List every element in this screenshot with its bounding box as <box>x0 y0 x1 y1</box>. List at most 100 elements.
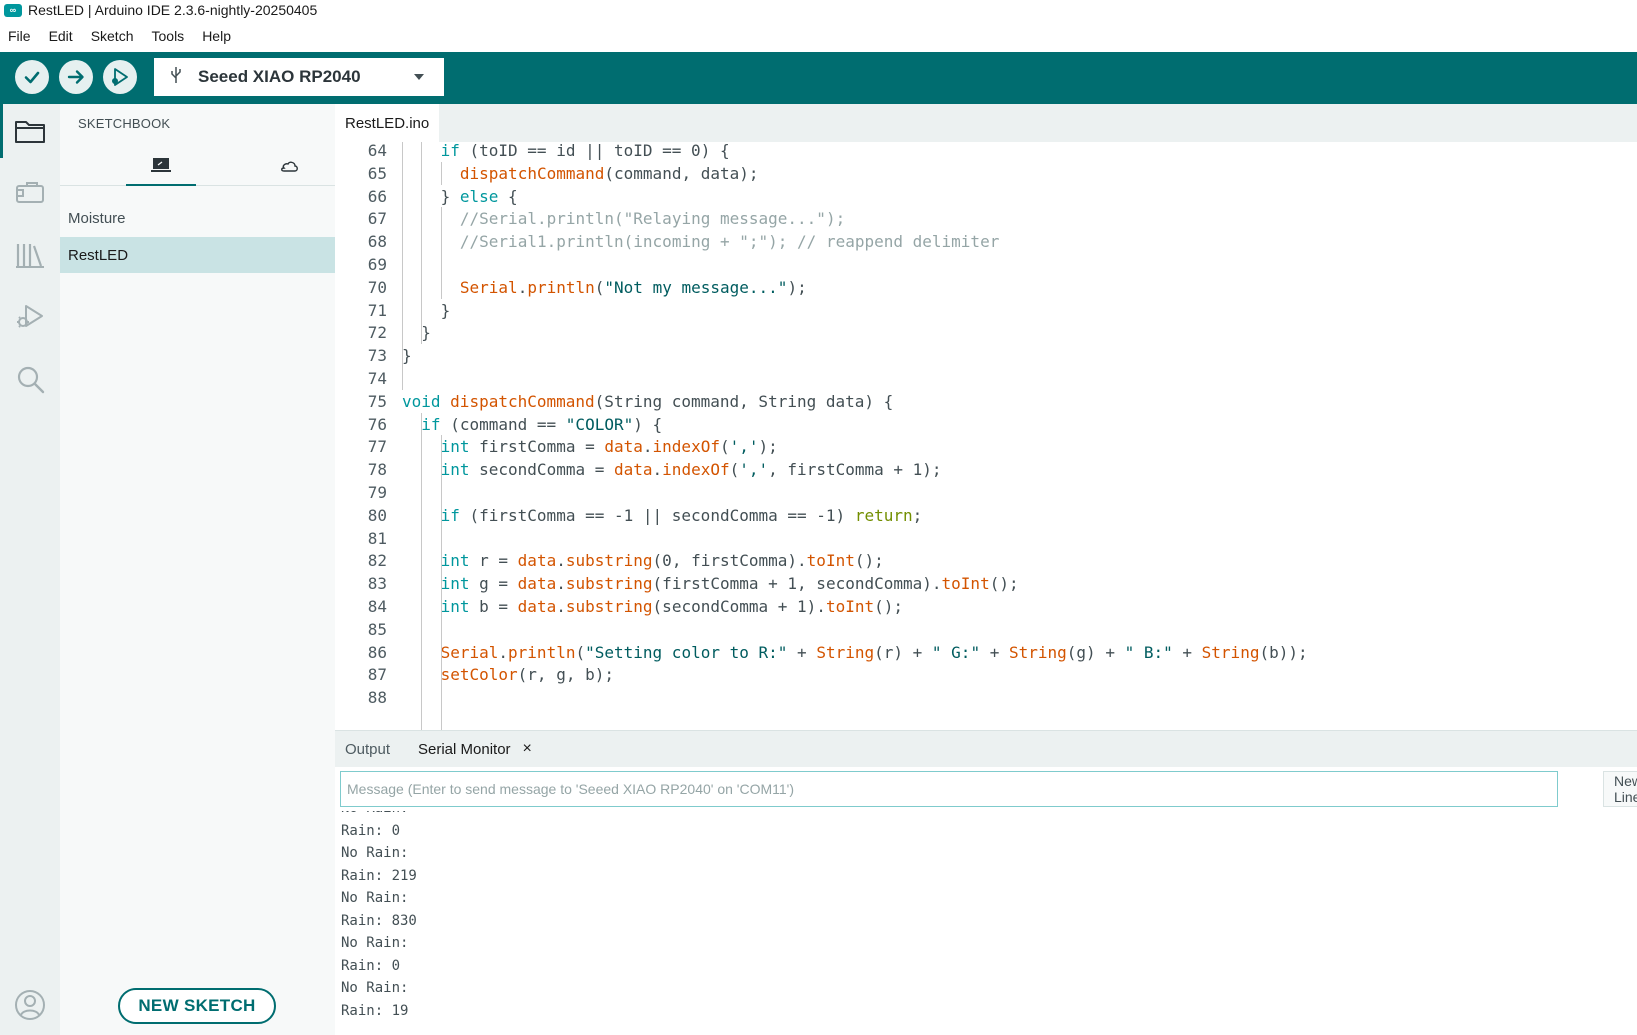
code-text: if (command == "COLOR") { <box>421 413 662 437</box>
code-token: . <box>652 460 663 480</box>
code-line: 72} <box>335 321 1637 345</box>
line-number: 77 <box>367 437 387 457</box>
line-number: 85 <box>367 619 387 639</box>
code-token: ); <box>787 277 807 297</box>
menu-sketch[interactable]: Sketch <box>91 28 134 44</box>
serial-line: Rain: 0 <box>341 957 401 974</box>
code-token: . <box>556 551 566 571</box>
code-token: ',' <box>729 437 759 457</box>
window-title: RestLED | Arduino IDE 2.3.6-nightly-2025… <box>28 2 318 18</box>
code-text: setColor(r, g, b); <box>441 663 614 687</box>
code-text: int g = data.substring(firstComma + 1, s… <box>441 572 1019 596</box>
debug-icon[interactable] <box>13 300 47 334</box>
board-icon[interactable] <box>13 176 47 210</box>
check-icon <box>24 71 40 84</box>
line-number: 66 <box>367 186 387 206</box>
new-sketch-button[interactable]: NEW SKETCH <box>118 988 276 1024</box>
sidebar-item-moisture[interactable]: Moisture <box>60 200 335 236</box>
code-token: data <box>604 437 643 457</box>
code-token: toInt <box>806 551 855 571</box>
serial-message-input[interactable]: Message (Enter to send message to 'Seeed… <box>340 771 1558 807</box>
tab-output[interactable]: Output <box>345 731 390 767</box>
folder-icon[interactable] <box>13 114 47 148</box>
sidebar-item-label: Moisture <box>68 209 126 227</box>
serial-line: Rain: 0 <box>341 822 401 839</box>
code-token: . <box>498 642 509 662</box>
line-number: 68 <box>367 232 387 252</box>
code-token: (); <box>874 597 904 616</box>
code-token: dispatchCommand <box>450 391 595 411</box>
board-name: Seeed XIAO RP2040 <box>198 67 361 86</box>
code-token: (command == <box>440 414 566 434</box>
line-number: 83 <box>367 574 387 594</box>
sidebar-item-label: RestLED <box>68 246 129 264</box>
line-number: 82 <box>367 551 387 571</box>
code-token: + <box>787 642 817 662</box>
line-number: 78 <box>367 460 387 480</box>
code-token: toInt <box>825 597 875 616</box>
code-token: data <box>517 551 557 571</box>
code-token: println <box>527 277 595 297</box>
sidebar-item-restled[interactable]: RestLED <box>60 237 335 273</box>
editor-tab-bar: RestLED.ino <box>335 104 1637 142</box>
serial-line: Rain: 19 <box>341 1002 409 1019</box>
upload-button[interactable] <box>59 60 93 94</box>
menu-help[interactable]: Help <box>202 28 231 44</box>
debug-play-icon <box>112 68 128 86</box>
menu-file[interactable]: File <box>8 28 31 44</box>
code-token: } <box>421 323 431 343</box>
code-token: secondComma = <box>469 460 614 480</box>
code-text: int r = data.substring(0, firstComma).to… <box>441 549 884 573</box>
code-token: { <box>498 186 518 206</box>
infinity-logo-icon: ∞ <box>4 3 22 17</box>
title-bar: ∞ RestLED | Arduino IDE 2.3.6-nightly-20… <box>0 0 1637 20</box>
code-token: "Setting color to R:" <box>585 642 788 662</box>
serial-line: Rain: 830 <box>341 912 417 929</box>
code-token: dispatchCommand <box>459 163 605 183</box>
code-token: } <box>402 346 412 366</box>
code-token: else <box>459 186 499 206</box>
code-token: data <box>614 460 653 480</box>
code-editor[interactable]: 64 if (toID == id || toID == 0) {65 dispat… <box>335 142 1637 730</box>
close-icon[interactable]: × <box>523 740 532 758</box>
code-line: 84 int b = data.substring(secondComma + 1… <box>335 595 1637 619</box>
code-text: } <box>441 299 451 323</box>
code-line: 85 <box>335 618 1637 642</box>
library-icon[interactable] <box>13 238 47 272</box>
tab-cloud-sketchbook[interactable] <box>254 146 324 186</box>
code-token: (toID == id || toID == <box>459 142 692 160</box>
code-token: ( <box>594 277 605 297</box>
menu-tools[interactable]: Tools <box>152 28 185 44</box>
verify-button[interactable] <box>15 60 49 94</box>
code-token: indexOf <box>662 460 730 480</box>
code-token: (String command, String data) { <box>594 391 894 411</box>
board-selector[interactable]: Seeed XIAO RP2040 <box>154 58 444 96</box>
code-token: (r, g, b); <box>517 665 614 685</box>
code-token: ) { <box>700 142 730 160</box>
code-line: 68 //Serial1.println(incoming + ";"); // … <box>335 230 1637 254</box>
code-line: 86 Serial.println("Setting color to R:" +… <box>335 641 1637 665</box>
code-token: ) { <box>633 414 663 434</box>
line-number: 71 <box>367 300 387 320</box>
code-token: println <box>508 642 576 662</box>
menu-edit[interactable]: Edit <box>49 28 73 44</box>
line-number: 79 <box>367 483 387 502</box>
code-text: int firstComma = data.indexOf(','); <box>441 435 778 459</box>
tab-serial-monitor-label: Serial Monitor <box>418 740 511 758</box>
code-token: //Serial1.println(incoming + ";"); // re… <box>459 232 1000 252</box>
code-token: int <box>440 437 470 457</box>
code-token: r = <box>469 551 518 571</box>
line-number: 73 <box>367 346 387 366</box>
code-line: 71} <box>335 299 1637 323</box>
search-icon[interactable] <box>13 362 47 396</box>
debug-button[interactable] <box>103 60 137 94</box>
code-line: 78 int secondComma = data.indexOf(',', fi… <box>335 458 1637 482</box>
caret-down-icon[interactable] <box>414 74 424 80</box>
code-token: firstComma = <box>469 437 605 457</box>
line-ending-select[interactable]: New Line <box>1603 771 1637 807</box>
tab-restled-ino[interactable]: RestLED.ino <box>335 104 440 142</box>
code-line: 77 int firstComma = data.indexOf(','); <box>335 435 1637 459</box>
account-icon[interactable] <box>13 988 47 1022</box>
tab-serial-monitor[interactable]: Serial Monitor × <box>418 731 532 767</box>
tab-local-sketchbook[interactable] <box>126 146 196 186</box>
